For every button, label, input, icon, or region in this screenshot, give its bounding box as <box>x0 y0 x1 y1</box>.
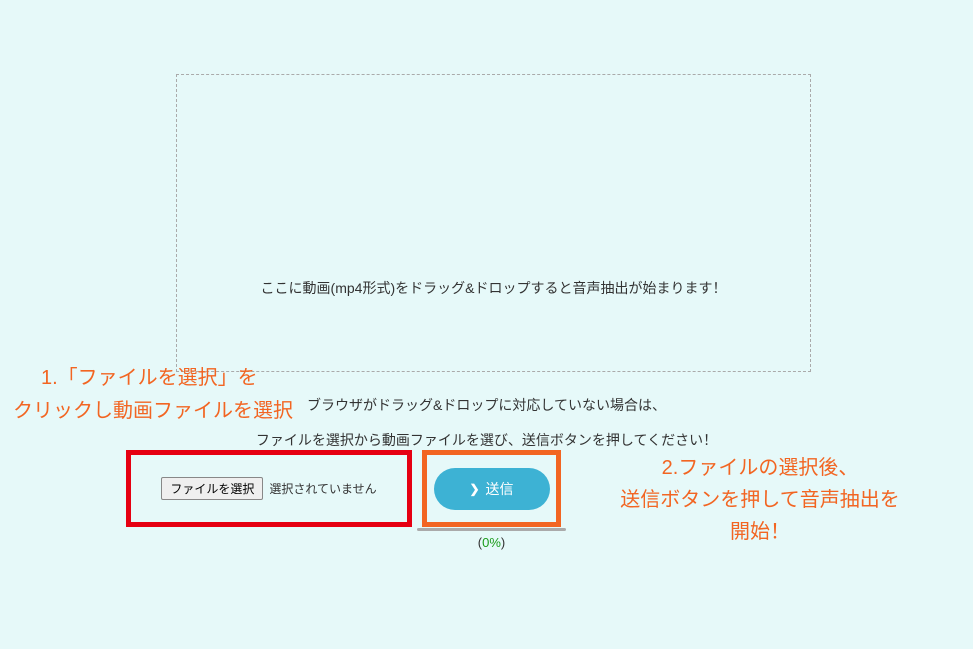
file-select-status: 選択されていません <box>269 480 376 497</box>
annotation-step2-line1: 2.ファイルの選択後、 <box>565 452 955 484</box>
annotation-step1-line1: 1.「ファイルを選択」を <box>41 362 258 394</box>
file-select-button[interactable]: ファイルを選択 <box>161 477 263 500</box>
progress-percent: 0% <box>482 535 501 550</box>
dropzone-instruction: ここに動画(mp4形式)をドラッグ&ドロップすると音声抽出が始まります！ <box>261 278 727 298</box>
dropzone[interactable]: ここに動画(mp4形式)をドラッグ&ドロップすると音声抽出が始まります！ <box>176 74 811 372</box>
submit-button-label: 送信 <box>486 479 514 499</box>
chevron-right-icon: ❯ <box>469 482 479 496</box>
progress-close-paren: ) <box>501 535 505 550</box>
annotation-step1-line2: クリックし動画ファイルを選択 <box>13 395 293 427</box>
submit-highlight-box: ❯ 送信 <box>422 450 561 527</box>
annotation-step2-line3: 開始！ <box>565 516 955 548</box>
annotation-step2: 2.ファイルの選択後、 送信ボタンを押して音声抽出を 開始！ <box>565 452 955 548</box>
progress-container: (0%) <box>417 528 566 550</box>
annotation-step2-line2: 送信ボタンを押して音声抽出を <box>565 484 955 516</box>
progress-text: (0%) <box>417 535 566 550</box>
submit-button[interactable]: ❯ 送信 <box>434 468 550 510</box>
progress-bar <box>417 528 566 531</box>
file-select-highlight-box: ファイルを選択 選択されていません <box>126 450 412 527</box>
fallback-text-line2: ファイルを選択から動画ファイルを選び、送信ボタンを押してください！ <box>0 430 973 450</box>
